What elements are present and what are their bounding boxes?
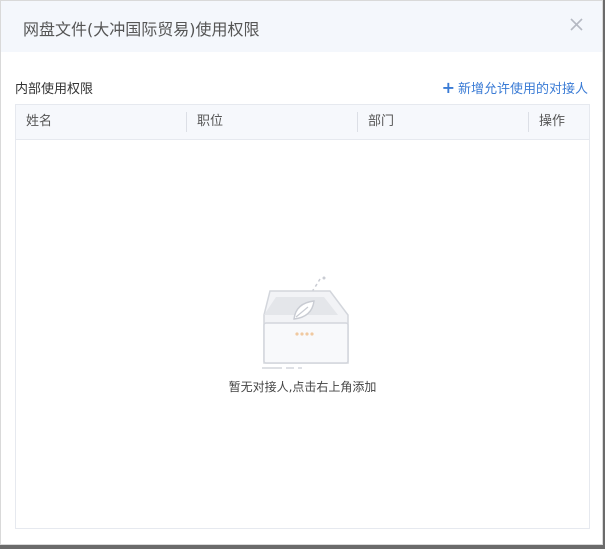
close-button[interactable] bbox=[567, 15, 587, 35]
permissions-table: 姓名 职位 部门 操作 暂无对接人,点击右上角添加 bbox=[15, 104, 590, 529]
dialog-header: 网盘文件(大冲国际贸易)使用权限 bbox=[1, 1, 602, 52]
column-header-actions[interactable]: 操作 bbox=[539, 105, 565, 139]
column-divider bbox=[528, 112, 529, 132]
add-contact-link[interactable]: + 新增允许使用的对接人 bbox=[441, 78, 588, 98]
permissions-dialog: 网盘文件(大冲国际贸易)使用权限 内部使用权限 + 新增允许使用的对接人 姓名 … bbox=[0, 0, 603, 545]
column-divider bbox=[186, 112, 187, 132]
close-icon bbox=[570, 18, 583, 31]
empty-state: 暂无对接人,点击右上角添加 bbox=[16, 140, 589, 528]
column-header-department[interactable]: 部门 bbox=[368, 105, 394, 139]
empty-inbox-icon bbox=[262, 276, 349, 369]
add-contact-label: 新增允许使用的对接人 bbox=[457, 82, 588, 97]
dialog-title: 网盘文件(大冲国际贸易)使用权限 bbox=[23, 20, 260, 39]
section-label: 内部使用权限 bbox=[15, 82, 94, 97]
column-header-position[interactable]: 职位 bbox=[197, 105, 223, 139]
column-header-name[interactable]: 姓名 bbox=[26, 105, 52, 139]
column-divider bbox=[357, 112, 358, 132]
empty-message: 暂无对接人,点击右上角添加 bbox=[228, 380, 377, 394]
plus-icon: + bbox=[441, 78, 455, 97]
table-header: 姓名 职位 部门 操作 bbox=[16, 105, 589, 140]
